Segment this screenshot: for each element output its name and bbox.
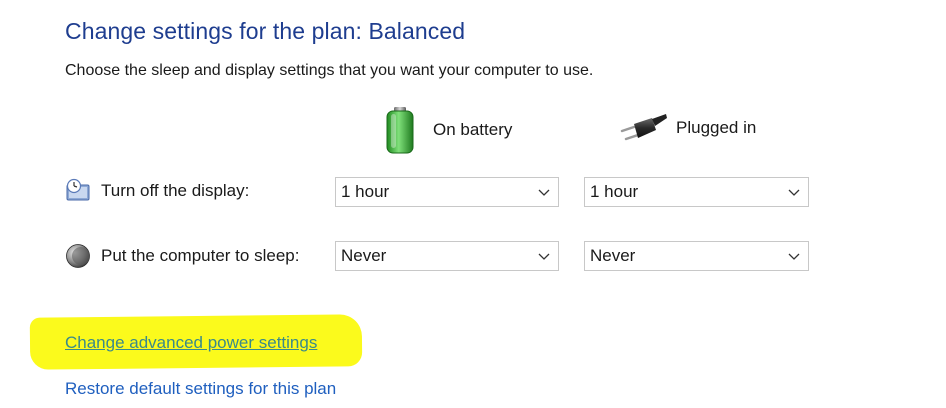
- battery-icon: [386, 107, 414, 154]
- column-header-on-battery: On battery: [383, 106, 512, 154]
- column-header-plugged-in: Plugged in: [618, 112, 756, 144]
- page-subtitle: Choose the sleep and display settings th…: [65, 62, 594, 79]
- power-plug-icon: [620, 114, 667, 141]
- chevron-down-icon: [788, 253, 800, 260]
- row-turn-off-display: Turn off the display:: [65, 178, 249, 204]
- chevron-down-icon: [538, 253, 550, 260]
- sleep-plugged-in-select[interactable]: Never: [584, 241, 809, 271]
- column-label-on-battery: On battery: [433, 120, 513, 139]
- display-plugged-in-value: 1 hour: [590, 182, 639, 201]
- display-plugged-in-select[interactable]: 1 hour: [584, 177, 809, 207]
- row-put-computer-to-sleep: Put the computer to sleep:: [65, 243, 299, 269]
- power-plan-settings-page: Change settings for the plan: Balanced C…: [0, 0, 946, 408]
- display-on-battery-select[interactable]: 1 hour: [335, 177, 559, 207]
- sleep-moon-icon: [66, 244, 90, 268]
- chevron-down-icon: [538, 189, 550, 196]
- page-title: Change settings for the plan: Balanced: [65, 18, 466, 44]
- sleep-on-battery-value: Never: [341, 246, 387, 265]
- sleep-plugged-in-value: Never: [590, 246, 636, 265]
- change-advanced-power-settings-link[interactable]: Change advanced power settings: [65, 333, 317, 353]
- sleep-on-battery-select[interactable]: Never: [335, 241, 559, 271]
- display-clock-icon: [66, 178, 90, 201]
- row-label-turn-off-display: Turn off the display:: [101, 181, 250, 200]
- display-on-battery-value: 1 hour: [341, 182, 390, 201]
- chevron-down-icon: [788, 189, 800, 196]
- row-label-put-computer-to-sleep: Put the computer to sleep:: [101, 246, 300, 265]
- column-label-plugged-in: Plugged in: [676, 118, 757, 137]
- restore-default-settings-link[interactable]: Restore default settings for this plan: [65, 379, 336, 399]
